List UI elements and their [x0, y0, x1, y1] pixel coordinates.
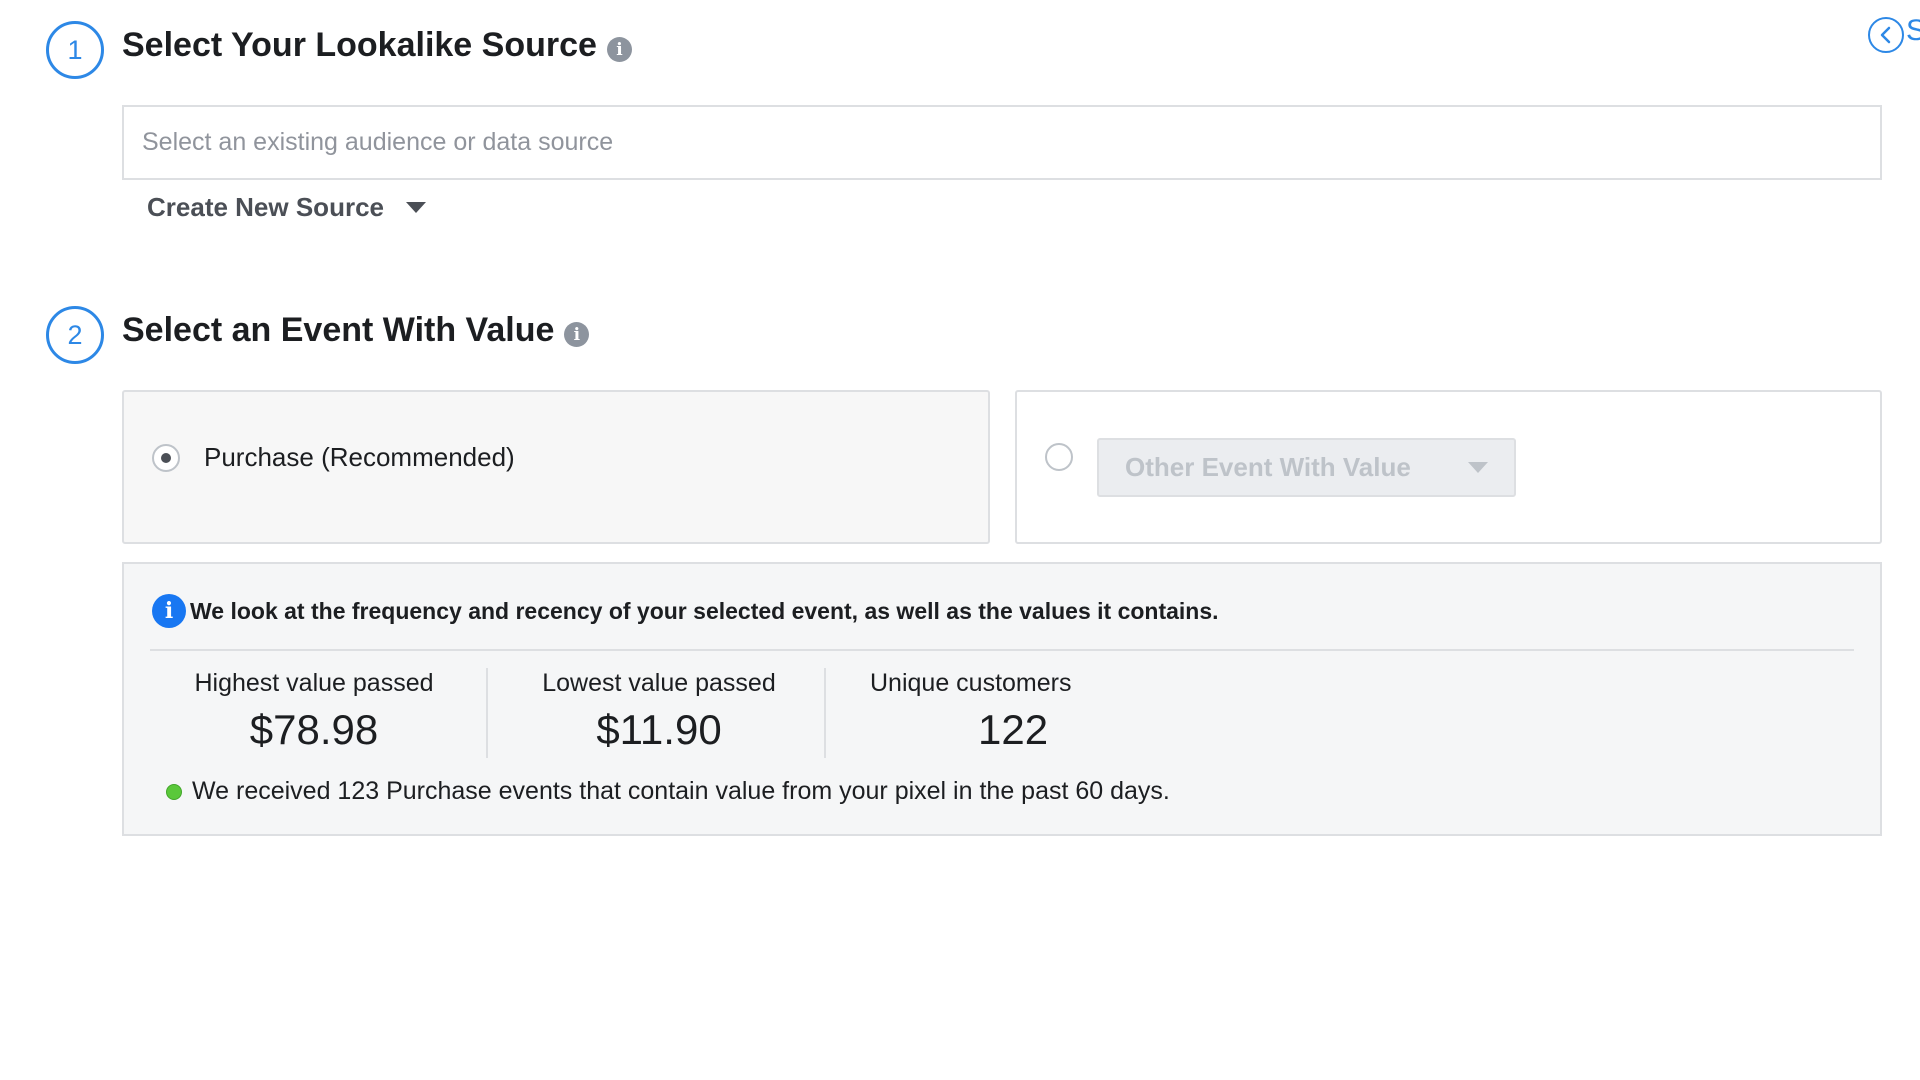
stat-label: Unique customers: [870, 669, 1072, 697]
stat-value: 122: [978, 706, 1049, 753]
unique-customers-stat: Unique customers 122: [866, 669, 1186, 757]
step-2-title: Select an Event With Value i: [122, 311, 590, 350]
event-stats-panel: i We look at the frequency and recency o…: [122, 562, 1882, 836]
other-event-label: Other Event With Value: [1125, 452, 1411, 482]
info-notice-text: We look at the frequency and recency of …: [190, 597, 1219, 624]
divider: [824, 668, 826, 758]
radio-selected-dot: [161, 453, 171, 463]
step-2-title-text: Select an Event With Value: [122, 311, 555, 349]
stat-label: Highest value passed: [194, 669, 434, 697]
stat-label: Lowest value passed: [542, 669, 776, 697]
chevron-down-icon: [1468, 462, 1488, 473]
other-event-option-card[interactable]: Other Event With Value: [1015, 390, 1882, 544]
lowest-value-stat: Lowest value passed $11.90: [519, 669, 799, 757]
status-dot-icon: [166, 783, 182, 800]
event-status-message: We received 123 Purchase events that con…: [166, 777, 1170, 806]
divider: [486, 668, 488, 758]
info-icon[interactable]: i: [564, 322, 590, 347]
create-new-source-dropdown[interactable]: Create New Source: [147, 192, 426, 223]
step-2-indicator: 2: [46, 306, 104, 364]
highest-value-stat: Highest value passed $78.98: [184, 669, 444, 757]
info-icon[interactable]: i: [606, 37, 632, 62]
purchase-option-label: Purchase (Recommended): [204, 442, 515, 472]
collapse-link-label[interactable]: S: [1906, 14, 1920, 48]
purchase-option-card[interactable]: Purchase (Recommended): [122, 390, 990, 544]
purchase-radio[interactable]: [152, 444, 180, 472]
create-new-source-label: Create New Source: [147, 192, 384, 222]
step-1-indicator: 1: [46, 21, 104, 79]
info-icon: i: [152, 594, 186, 628]
stat-value: $78.98: [249, 706, 379, 753]
source-search-input[interactable]: [122, 105, 1882, 180]
chevron-down-icon: [405, 202, 426, 213]
chevron-left-circle-icon[interactable]: [1868, 17, 1904, 53]
divider: [150, 649, 1854, 651]
other-event-radio[interactable]: [1045, 443, 1073, 471]
event-status-text: We received 123 Purchase events that con…: [192, 777, 1170, 805]
step-1-title-text: Select Your Lookalike Source: [122, 26, 597, 64]
stat-value: $11.90: [596, 706, 722, 753]
info-notice: i We look at the frequency and recency o…: [152, 594, 1219, 628]
step-1-title: Select Your Lookalike Source i: [122, 26, 632, 65]
other-event-dropdown: Other Event With Value: [1097, 438, 1516, 497]
